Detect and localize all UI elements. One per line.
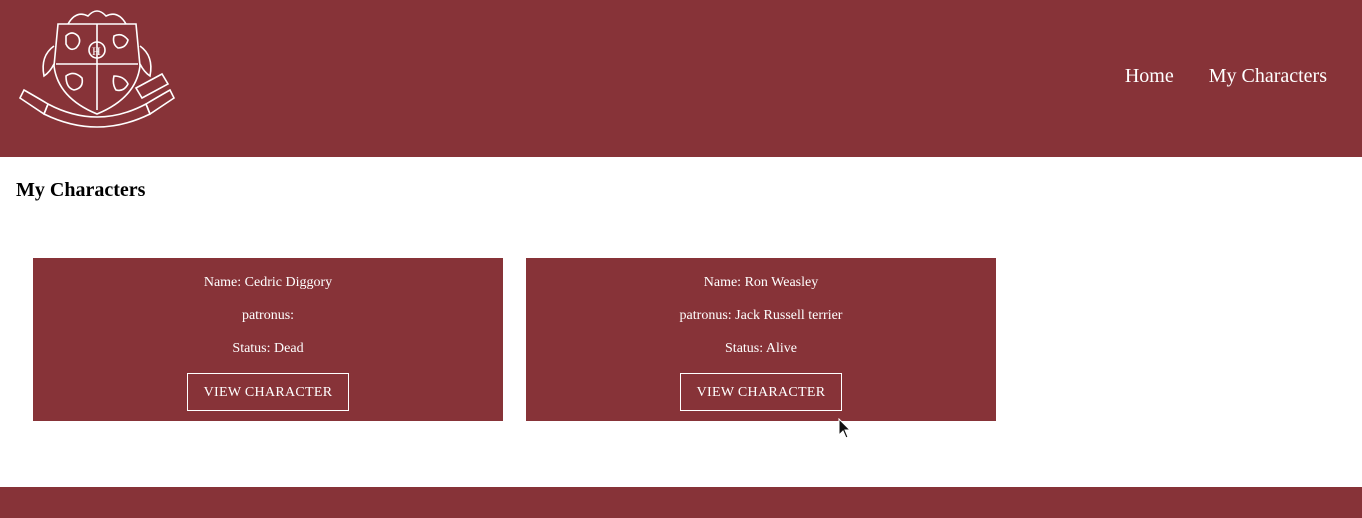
character-card: Name: Ron Weasley patronus: Jack Russell… [526,258,996,421]
character-status: Status: Alive [725,341,797,356]
character-card: Name: Cedric Diggory patronus: Status: D… [33,258,503,421]
nav-home-link[interactable]: Home [1125,62,1174,90]
nav-my-characters-link[interactable]: My Characters [1209,62,1327,90]
character-patronus: patronus: [241,308,295,323]
hogwarts-crest-icon[interactable]: H [18,6,176,138]
character-name: Name: Ron Weasley [703,275,819,290]
character-status: Status: Dead [232,341,304,356]
character-list: Name: Cedric Diggory patronus: Status: D… [33,258,996,421]
page-title: My Characters [16,179,146,201]
svg-text:H: H [92,44,101,58]
view-character-button[interactable]: VIEW CHARACTER [680,373,842,411]
view-character-button[interactable]: VIEW CHARACTER [187,373,349,411]
character-name: Name: Cedric Diggory [203,275,333,290]
mouse-cursor-icon [838,418,852,439]
site-footer [0,487,1362,518]
main-nav: Home My Characters [1125,62,1327,90]
site-header: H Home My Characters [0,0,1362,157]
character-patronus: patronus: Jack Russell terrier [679,308,843,323]
